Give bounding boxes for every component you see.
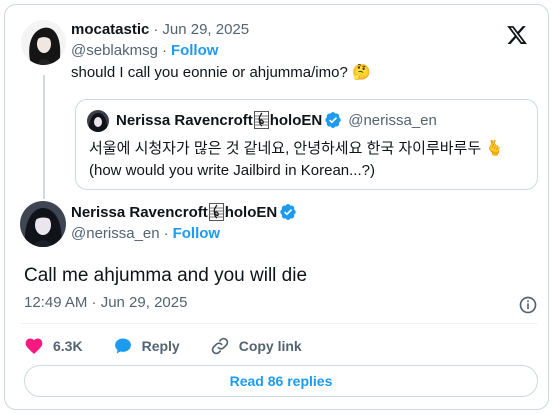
- reply-to-avatar[interactable]: [21, 20, 66, 65]
- like-button[interactable]: 6.3K: [24, 336, 83, 356]
- quoted-text-line2: (how would you write Jailbird in Korean.…: [89, 162, 375, 179]
- quoted-text-line1: 서울에 시청자가 많은 것 같네요, 안녕하세요 한국 자이루바루두 🫰: [89, 140, 504, 157]
- timestamp-link[interactable]: 12:49 AM · Jun 29, 2025: [24, 294, 187, 311]
- quoted-handle: @nerissa_en: [348, 111, 437, 129]
- reply-label: Reply: [141, 338, 180, 354]
- reply-to-text: should I call you eonnie or ahjumma/imo?…: [71, 64, 371, 81]
- quoted-name-suffix: holoEN: [269, 111, 323, 129]
- quoted-display-name: Nerissa Ravencroft: [116, 111, 253, 129]
- main-avatar[interactable]: [20, 201, 66, 247]
- main-handle[interactable]: @nerissa_en: [71, 225, 160, 242]
- reply-to-follow-link[interactable]: Follow: [171, 42, 219, 59]
- thread-line: [43, 75, 45, 199]
- action-bar: 6.3K Reply Copy link: [24, 334, 332, 358]
- heart-icon: [25, 338, 43, 354]
- main-follow-link[interactable]: Follow: [173, 225, 221, 242]
- reply-to-display-name[interactable]: mocatastic: [71, 21, 149, 38]
- separator-dot: ·: [163, 225, 169, 242]
- main-tweet-text: Call me ahjumma and you will die: [24, 265, 308, 286]
- x-logo-icon[interactable]: [506, 24, 528, 46]
- quoted-tweet[interactable]: Nerissa Ravencroft holoEN @nerissa_en 서울…: [75, 99, 538, 190]
- separator-dot: ·: [161, 42, 167, 59]
- like-count: 6.3K: [53, 338, 83, 354]
- divider: [21, 323, 538, 324]
- music-clef-icon: [208, 203, 224, 221]
- separator-dot: ·: [153, 21, 159, 38]
- tweet-card: mocatastic · Jun 29, 2025 @seblakmsg · F…: [4, 4, 549, 410]
- music-clef-icon: [253, 111, 269, 129]
- reply-to-date[interactable]: Jun 29, 2025: [162, 21, 249, 38]
- copy-link-button[interactable]: Copy link: [210, 336, 302, 356]
- info-icon[interactable]: [518, 295, 538, 315]
- link-icon: [211, 337, 228, 355]
- reply-to-handle[interactable]: @seblakmsg: [71, 42, 158, 59]
- verified-badge-icon: [280, 203, 296, 221]
- copy-link-label: Copy link: [238, 338, 302, 354]
- read-replies-button[interactable]: Read 86 replies: [24, 365, 538, 397]
- main-display-name[interactable]: Nerissa Ravencroft: [71, 204, 208, 221]
- main-name-suffix[interactable]: holoEN: [225, 204, 278, 221]
- quoted-avatar: [87, 110, 109, 132]
- reply-bubble-icon: [114, 338, 131, 354]
- reply-button[interactable]: Reply: [113, 336, 180, 356]
- verified-badge-icon: [325, 111, 341, 129]
